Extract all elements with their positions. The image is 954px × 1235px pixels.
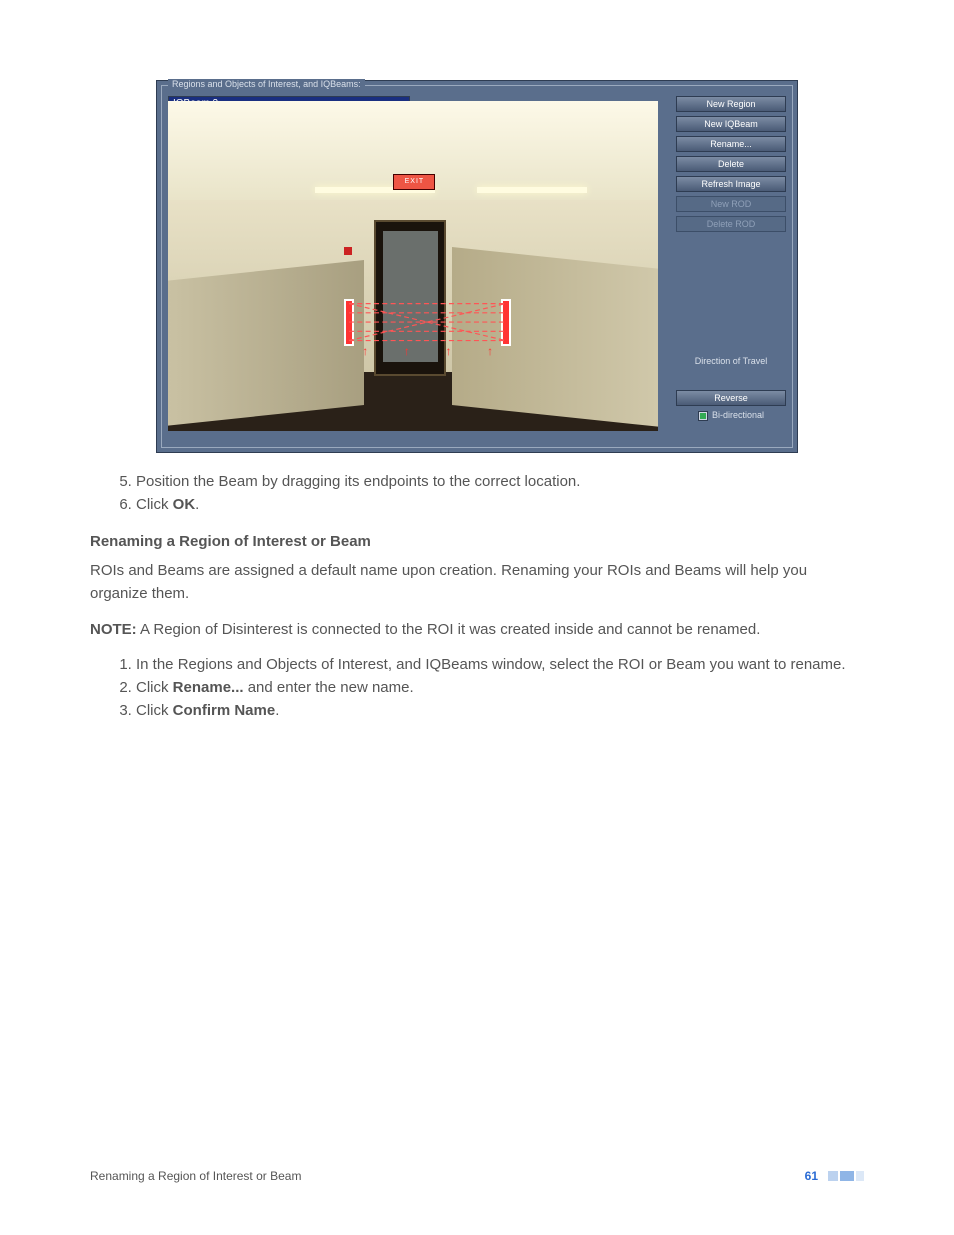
arrow-up-icon: ↑: [404, 344, 410, 360]
step-text: Click: [136, 679, 173, 696]
steps-list-b: In the Regions and Objects of Interest, …: [90, 656, 864, 719]
note-paragraph: NOTE: A Region of Disinterest is connect…: [90, 619, 864, 642]
delete-button[interactable]: Delete: [676, 156, 786, 172]
app-screenshot: Regions and Objects of Interest, and IQB…: [156, 80, 798, 453]
list-step: In the Regions and Objects of Interest, …: [136, 656, 864, 673]
reverse-button[interactable]: Reverse: [676, 390, 786, 406]
step-bold: Rename...: [173, 679, 244, 696]
step-text: In the Regions and Objects of Interest, …: [136, 656, 846, 673]
roi-groupbox: Regions and Objects of Interest, and IQB…: [161, 85, 793, 448]
arrow-up-icon: ↑: [362, 344, 368, 360]
document-page: Regions and Objects of Interest, and IQB…: [0, 0, 954, 1235]
step-text: .: [195, 496, 199, 513]
refresh-image-button[interactable]: Refresh Image: [676, 176, 786, 192]
fire-alarm-icon: [344, 247, 352, 255]
step-text: .: [275, 702, 279, 719]
paragraph: ROIs and Beams are assigned a default na…: [90, 560, 864, 605]
list-step: Click Rename... and enter the new name.: [136, 679, 864, 696]
new-iqbeam-button[interactable]: New IQBeam: [676, 116, 786, 132]
step-text: Position the Beam by dragging its endpoi…: [136, 473, 580, 490]
page-footer: Renaming a Region of Interest or Beam 61: [90, 1169, 864, 1183]
beam-lines-icon: [344, 299, 511, 345]
step-bold: Confirm Name: [173, 702, 276, 719]
arrow-up-icon: ↑: [445, 344, 451, 360]
note-label: NOTE:: [90, 621, 137, 638]
direction-arrows: ↑ ↑ ↑ ↑: [344, 344, 511, 360]
page-number: 61: [805, 1169, 818, 1183]
delete-rod-button: Delete ROD: [676, 216, 786, 232]
bidirectional-label: Bi-directional: [712, 410, 764, 422]
section-heading: Renaming a Region of Interest or Beam: [90, 533, 864, 550]
arrow-up-icon: ↑: [487, 344, 493, 360]
new-rod-button: New ROD: [676, 196, 786, 212]
footer-logo-icon: [828, 1171, 864, 1181]
iqbeam-overlay[interactable]: ↑ ↑ ↑ ↑: [344, 299, 511, 345]
new-region-button[interactable]: New Region: [676, 96, 786, 112]
step-bold: OK: [173, 496, 196, 513]
button-column: New Region New IQBeam Rename... Delete R…: [676, 96, 786, 421]
list-step: Click OK.: [136, 496, 864, 513]
footer-title: Renaming a Region of Interest or Beam: [90, 1169, 301, 1183]
step-text: and enter the new name.: [244, 679, 414, 696]
step-text: Click: [136, 702, 173, 719]
steps-list-a: Position the Beam by dragging its endpoi…: [90, 473, 864, 513]
direction-of-travel-label: Direction of Travel: [676, 356, 786, 368]
bidirectional-checkbox-row[interactable]: Bi-directional: [676, 410, 786, 422]
rename-button[interactable]: Rename...: [676, 136, 786, 152]
camera-preview: EXIT: [168, 101, 658, 431]
step-text: Click: [136, 496, 173, 513]
list-step: Position the Beam by dragging its endpoi…: [136, 473, 864, 490]
note-text: A Region of Disinterest is connected to …: [137, 621, 761, 638]
checkbox-icon: [698, 411, 708, 421]
list-step: Click Confirm Name.: [136, 702, 864, 719]
groupbox-label: Regions and Objects of Interest, and IQB…: [168, 79, 365, 91]
exit-sign: EXIT: [393, 174, 435, 190]
